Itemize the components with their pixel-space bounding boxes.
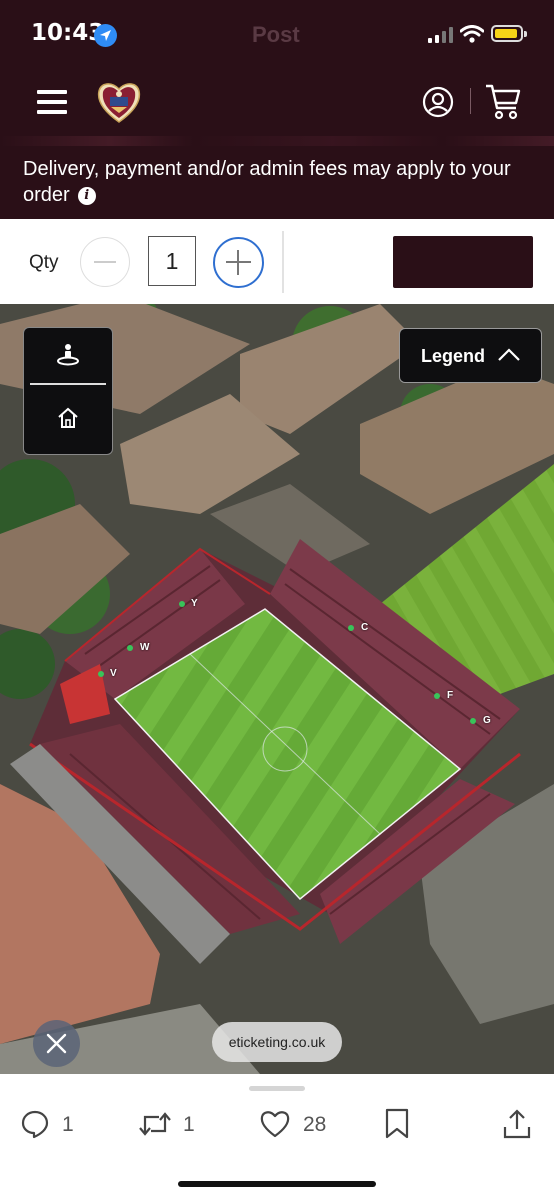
reply-icon — [21, 1110, 49, 1139]
info-icon[interactable]: i — [77, 187, 96, 205]
notice-banner-stripe — [0, 136, 554, 146]
like-count: 28 — [303, 1113, 327, 1136]
header-divider — [470, 88, 471, 114]
bookmark-icon[interactable] — [383, 1108, 411, 1140]
section-dot-f[interactable] — [434, 693, 440, 699]
section-dot-w[interactable] — [127, 645, 133, 651]
home-indicator[interactable] — [178, 1181, 376, 1187]
map-control-divider — [30, 383, 106, 385]
home-icon[interactable] — [56, 406, 80, 430]
repost-count: 1 — [183, 1113, 195, 1136]
account-icon[interactable] — [422, 86, 454, 118]
section-dot-g[interactable] — [470, 718, 476, 724]
cart-icon[interactable] — [484, 83, 522, 121]
section-label-w[interactable]: W — [140, 642, 149, 653]
section-dot-c[interactable] — [348, 625, 354, 631]
legend-label: Legend — [421, 346, 486, 366]
menu-icon[interactable] — [37, 90, 67, 114]
signal-icon — [428, 27, 453, 43]
chevron-up-icon — [498, 348, 520, 361]
close-media-button[interactable] — [33, 1020, 80, 1067]
delivery-notice: Delivery, payment and/or admin fees may … — [0, 136, 554, 219]
battery-icon — [491, 25, 523, 42]
heart-icon — [260, 1111, 290, 1138]
quantity-row: Qty 1 — [0, 219, 554, 304]
wifi-icon — [460, 25, 484, 43]
legend-button[interactable]: Legend — [399, 328, 542, 383]
section-label-c[interactable]: C — [361, 622, 368, 633]
ghost-title: Post — [252, 22, 300, 47]
qty-label: Qty — [29, 252, 59, 273]
location-arrow-icon — [94, 24, 117, 47]
qty-divider — [282, 231, 284, 293]
share-icon[interactable] — [502, 1108, 532, 1140]
battery-cap — [524, 31, 527, 37]
repost-icon — [139, 1112, 171, 1136]
close-icon — [46, 1033, 67, 1054]
notice-message: Delivery, payment and/or admin fees may … — [23, 158, 511, 206]
section-label-g[interactable]: G — [483, 715, 491, 726]
reply-count: 1 — [62, 1113, 74, 1136]
add-to-basket-button[interactable] — [393, 236, 533, 288]
sheet-handle[interactable] — [249, 1086, 305, 1091]
source-domain-pill[interactable]: eticketing.co.uk — [212, 1022, 342, 1062]
reply-button[interactable]: 1 — [20, 1109, 80, 1141]
section-dot-v[interactable] — [98, 671, 104, 677]
club-crest-logo[interactable] — [96, 80, 142, 124]
like-button[interactable]: 28 — [259, 1109, 339, 1141]
quantity-value[interactable]: 1 — [148, 236, 196, 286]
section-dot-y[interactable] — [179, 601, 185, 607]
section-label-y[interactable]: Y — [191, 598, 198, 609]
seat-view-icon[interactable] — [55, 342, 81, 368]
section-label-f[interactable]: F — [447, 690, 453, 701]
repost-button[interactable]: 1 — [137, 1109, 197, 1141]
notice-text: Delivery, payment and/or admin fees may … — [23, 156, 533, 208]
status-bar: 10:43 Post — [0, 0, 554, 66]
section-label-v[interactable]: V — [110, 668, 117, 679]
decrease-quantity-button[interactable] — [80, 237, 130, 287]
increase-quantity-button[interactable] — [213, 237, 264, 288]
